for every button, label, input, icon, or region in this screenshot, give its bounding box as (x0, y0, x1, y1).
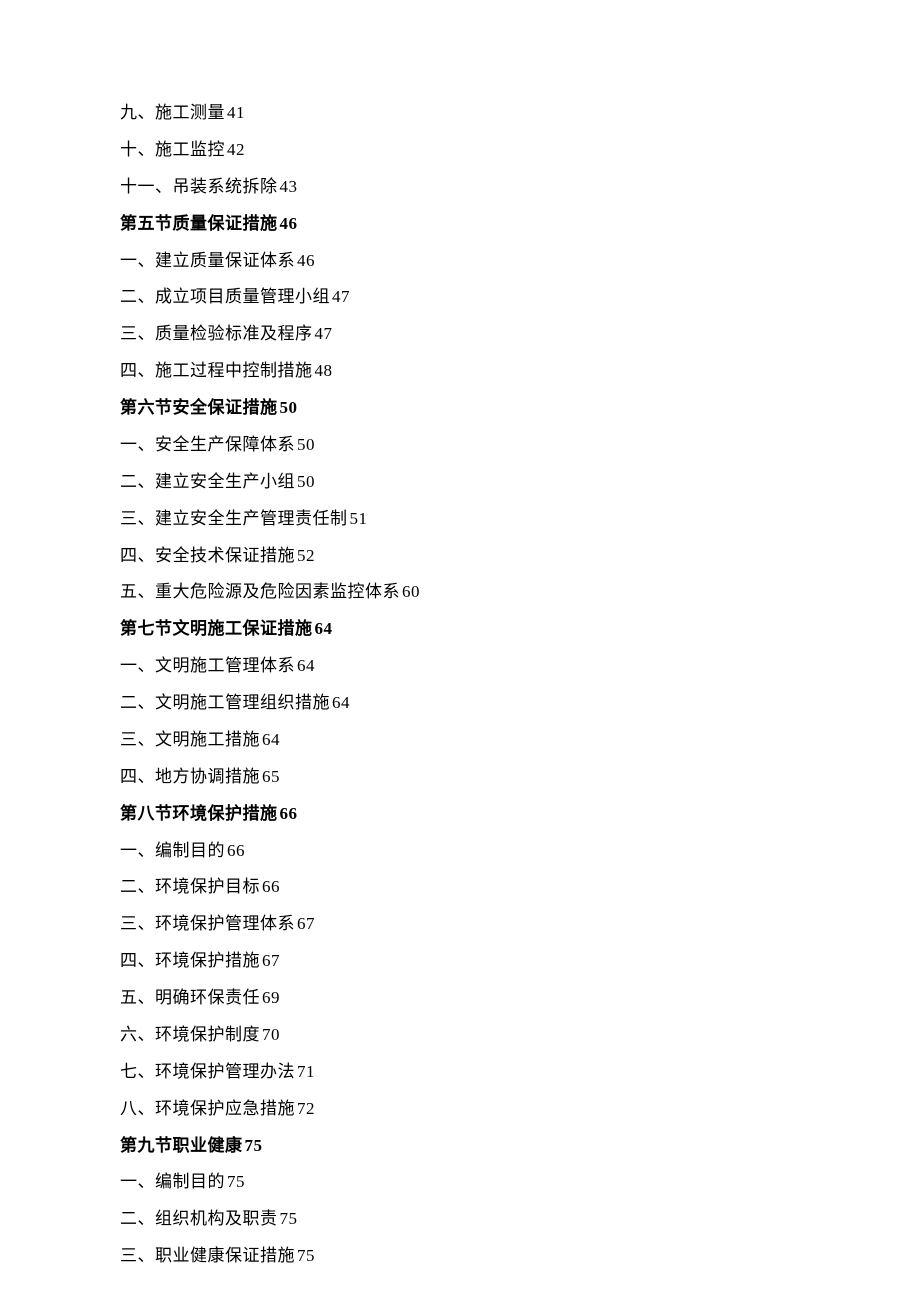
toc-section-heading: 第六节安全保证措施50 (120, 390, 800, 427)
toc-page-number: 75 (297, 1246, 315, 1265)
toc-entry-text: 十、施工监控 (120, 140, 225, 159)
toc-entry: 七、环境保护管理办法71 (120, 1054, 800, 1091)
toc-entry: 三、建立安全生产管理责任制51 (120, 501, 800, 538)
toc-entry-text: 一、文明施工管理体系 (120, 656, 295, 675)
toc-entry-text: 五、重大危险源及危险因素监控体系 (120, 582, 400, 601)
toc-entry-text: 三、职业健康保证措施 (120, 1246, 295, 1265)
toc-page-number: 42 (227, 140, 245, 159)
toc-page-number: 47 (332, 287, 350, 306)
toc-page-number: 71 (297, 1062, 315, 1081)
toc-entry-text: 三、建立安全生产管理责任制 (120, 509, 348, 528)
toc-section-label: 第六节安全保证措施 (120, 398, 278, 417)
toc-entry-text: 一、安全生产保障体系 (120, 435, 295, 454)
toc-entry: 六、环境保护制度70 (120, 1017, 800, 1054)
toc-entry-text: 十一、吊装系统拆除 (120, 177, 278, 196)
toc-page-number: 70 (262, 1025, 280, 1044)
toc-entry-text: 六、环境保护制度 (120, 1025, 260, 1044)
toc-page-number: 50 (280, 398, 298, 417)
toc-entry: 十一、吊装系统拆除43 (120, 169, 800, 206)
toc-entry-text: 三、环境保护管理体系 (120, 914, 295, 933)
toc-page-number: 51 (350, 509, 368, 528)
toc-entry: 一、编制目的66 (120, 833, 800, 870)
toc-entry-text: 三、质量检验标准及程序 (120, 324, 313, 343)
toc-entry-text: 四、施工过程中控制措施 (120, 361, 313, 380)
toc-page-number: 75 (227, 1172, 245, 1191)
toc-section-heading: 第七节文明施工保证措施64 (120, 611, 800, 648)
toc-entry: 一、建立质量保证体系46 (120, 243, 800, 280)
toc-entry-text: 二、环境保护目标 (120, 877, 260, 896)
toc-page-number: 43 (280, 177, 298, 196)
toc-entry: 五、明确环保责任69 (120, 980, 800, 1017)
toc-page-number: 46 (280, 214, 298, 233)
toc-entry: 三、职业健康保证措施75 (120, 1238, 800, 1275)
toc-page-number: 66 (227, 841, 245, 860)
toc-page-number: 50 (297, 435, 315, 454)
toc-page-number: 64 (315, 619, 333, 638)
toc-entry-text: 二、建立安全生产小组 (120, 472, 295, 491)
toc-entry: 三、环境保护管理体系67 (120, 906, 800, 943)
toc-entry: 一、编制目的75 (120, 1164, 800, 1201)
toc-page-number: 66 (262, 877, 280, 896)
toc-section-heading: 第八节环境保护措施66 (120, 796, 800, 833)
toc-entry: 一、安全生产保障体系50 (120, 427, 800, 464)
toc-entry-text: 九、施工测量 (120, 103, 225, 122)
toc-section-label: 第五节质量保证措施 (120, 214, 278, 233)
toc-entry-text: 四、环境保护措施 (120, 951, 260, 970)
toc-entry-text: 七、环境保护管理办法 (120, 1062, 295, 1081)
toc-entry-text: 一、编制目的 (120, 841, 225, 860)
toc-page-number: 47 (315, 324, 333, 343)
toc-section-heading: 第五节质量保证措施46 (120, 206, 800, 243)
toc-section-heading: 第九节职业健康75 (120, 1128, 800, 1165)
toc-page-number: 67 (262, 951, 280, 970)
toc-entry: 二、文明施工管理组织措施64 (120, 685, 800, 722)
toc-page-number: 64 (262, 730, 280, 749)
toc-entry-text: 二、组织机构及职责 (120, 1209, 278, 1228)
toc-section-label: 第七节文明施工保证措施 (120, 619, 313, 638)
toc-page-number: 48 (315, 361, 333, 380)
toc-entry: 二、环境保护目标66 (120, 869, 800, 906)
toc-entry: 三、文明施工措施64 (120, 722, 800, 759)
toc-entry-text: 一、编制目的 (120, 1172, 225, 1191)
toc-page-number: 41 (227, 103, 245, 122)
toc-page-number: 50 (297, 472, 315, 491)
toc-section-label: 第八节环境保护措施 (120, 804, 278, 823)
toc-entry: 四、安全技术保证措施52 (120, 538, 800, 575)
toc-page-number: 46 (297, 251, 315, 270)
toc-page-number: 64 (332, 693, 350, 712)
toc-entry-text: 五、明确环保责任 (120, 988, 260, 1007)
toc-entry-text: 四、地方协调措施 (120, 767, 260, 786)
toc-page-number: 64 (297, 656, 315, 675)
toc-entry-text: 二、成立项目质量管理小组 (120, 287, 330, 306)
toc-entry-text: 四、安全技术保证措施 (120, 546, 295, 565)
toc-page-number: 66 (280, 804, 298, 823)
toc-entry: 四、地方协调措施65 (120, 759, 800, 796)
toc-entry-text: 一、建立质量保证体系 (120, 251, 295, 270)
toc-entry: 四、环境保护措施67 (120, 943, 800, 980)
toc-page-number: 60 (402, 582, 420, 601)
toc-entry: 九、施工测量41 (120, 95, 800, 132)
toc-page-number: 75 (245, 1136, 263, 1155)
toc-section-label: 第九节职业健康 (120, 1136, 243, 1155)
toc-entry: 四、施工过程中控制措施48 (120, 353, 800, 390)
toc-entry: 十、施工监控42 (120, 132, 800, 169)
toc-page-number: 67 (297, 914, 315, 933)
toc-entry: 八、环境保护应急措施72 (120, 1091, 800, 1128)
toc-entry-text: 八、环境保护应急措施 (120, 1099, 295, 1118)
toc-entry: 一、文明施工管理体系64 (120, 648, 800, 685)
table-of-contents: 九、施工测量41 十、施工监控42 十一、吊装系统拆除43 第五节质量保证措施4… (120, 95, 800, 1275)
toc-page-number: 75 (280, 1209, 298, 1228)
toc-page-number: 72 (297, 1099, 315, 1118)
toc-entry: 二、成立项目质量管理小组47 (120, 279, 800, 316)
toc-entry: 五、重大危险源及危险因素监控体系60 (120, 574, 800, 611)
toc-page-number: 52 (297, 546, 315, 565)
toc-entry-text: 二、文明施工管理组织措施 (120, 693, 330, 712)
toc-entry: 二、建立安全生产小组50 (120, 464, 800, 501)
toc-page-number: 65 (262, 767, 280, 786)
toc-entry-text: 三、文明施工措施 (120, 730, 260, 749)
toc-entry: 二、组织机构及职责75 (120, 1201, 800, 1238)
toc-entry: 三、质量检验标准及程序47 (120, 316, 800, 353)
toc-page-number: 69 (262, 988, 280, 1007)
